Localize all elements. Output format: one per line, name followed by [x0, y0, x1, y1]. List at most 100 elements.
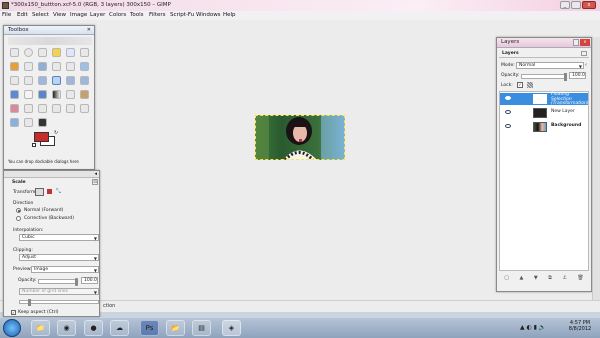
chrome-taskbar-icon[interactable]: ◉ [57, 320, 76, 336]
minimize-button[interactable]: _ [560, 1, 570, 9]
lock-alpha-icon[interactable] [527, 82, 533, 88]
mode-select[interactable]: Normal ▼ [516, 62, 584, 69]
menu-select[interactable]: Select [32, 12, 49, 18]
menu-file[interactable]: File [2, 12, 11, 18]
clone-icon[interactable] [52, 104, 61, 113]
heal-icon[interactable] [66, 104, 75, 113]
align-icon[interactable] [10, 76, 19, 85]
layer-opacity-handle[interactable] [564, 73, 567, 81]
opacity-slider-handle[interactable] [75, 278, 78, 286]
visibility-eye-icon[interactable] [505, 124, 511, 128]
zoom-icon[interactable] [52, 62, 61, 71]
direction-normal-radio[interactable] [16, 208, 21, 213]
start-button[interactable] [3, 319, 21, 337]
lock-pixels-checkbox[interactable]: ✓ [517, 82, 523, 88]
wilber-drop-area[interactable] [8, 37, 92, 45]
blend-icon[interactable] [52, 90, 61, 99]
layer-row-new-layer[interactable]: New Layer [500, 107, 588, 119]
layer-row-floating-selection[interactable]: Floating Selection (Transformation) [500, 92, 589, 106]
layer-opacity-field[interactable]: 100.0 [569, 72, 586, 79]
weather-taskbar-icon[interactable]: ☁ [110, 320, 129, 336]
menu-image[interactable]: Image [70, 12, 87, 18]
bucket-fill-icon[interactable] [38, 90, 47, 99]
notes-taskbar-icon[interactable]: ▤ [192, 320, 211, 336]
airbrush-icon[interactable] [24, 104, 33, 113]
menu-colors[interactable]: Colors [109, 12, 126, 18]
scale-icon[interactable] [52, 76, 61, 85]
text-icon[interactable] [24, 90, 33, 99]
canvas-image[interactable] [255, 115, 345, 160]
menu-view[interactable]: View [53, 12, 66, 18]
eraser-icon[interactable] [10, 104, 19, 113]
paths-icon[interactable] [24, 62, 33, 71]
move-icon[interactable] [80, 62, 89, 71]
folder-taskbar-icon[interactable]: 📂 [166, 320, 185, 336]
delete-layer-icon[interactable]: 🗑 [577, 275, 583, 281]
menu-filters[interactable]: Filters [149, 12, 166, 18]
opacity-field[interactable]: 100.0 [81, 277, 98, 284]
grid-lines-slider-handle[interactable] [28, 299, 31, 306]
rect-select-icon[interactable] [10, 48, 19, 57]
layers-maximize-button[interactable] [573, 39, 579, 46]
gimp-taskbar-icon[interactable]: ◈ [222, 320, 241, 336]
explorer-taskbar-icon[interactable]: 📁 [31, 320, 50, 336]
color-picker-icon[interactable] [38, 62, 47, 71]
visibility-eye-icon[interactable] [505, 96, 511, 100]
menu-script-fu[interactable]: Script-Fu [170, 12, 194, 18]
media-taskbar-icon[interactable]: ● [84, 320, 103, 336]
clock[interactable]: 4:57 PM 8/8/2012 [566, 320, 594, 332]
ellipse-select-icon[interactable] [24, 48, 33, 57]
ink-icon[interactable] [38, 104, 47, 113]
tool-options-menu-icon[interactable]: ◂ [94, 171, 97, 177]
panel-menu-icon[interactable] [581, 51, 587, 56]
tool-options-restore-icon[interactable]: ⊡ [92, 179, 98, 185]
toolbox-close-icon[interactable]: ✕ [87, 27, 91, 33]
layers-tab[interactable]: Layers [499, 51, 589, 58]
menu-edit[interactable]: Edit [17, 12, 28, 18]
default-colors-icon[interactable] [32, 143, 36, 147]
new-layer-icon[interactable]: ▢ [504, 275, 509, 281]
shear-icon[interactable] [66, 76, 75, 85]
menu-tools[interactable]: Tools [130, 12, 144, 18]
grid-lines-select[interactable]: Number of grid lines ▼ [19, 288, 99, 295]
tray-icons[interactable]: ▲ ◐ ▮ 🔊 [520, 324, 546, 331]
paintbrush-icon[interactable] [80, 90, 89, 99]
select-by-color-icon[interactable] [66, 48, 75, 57]
maximize-button[interactable] [571, 1, 581, 9]
flip-icon[interactable] [10, 90, 19, 99]
menu-windows[interactable]: Windows [196, 12, 221, 18]
blur-icon[interactable] [10, 118, 19, 127]
raise-layer-icon[interactable]: ▲ [520, 275, 524, 281]
interpolation-select[interactable]: Cubic ▼ [19, 234, 99, 241]
scissors-select-icon[interactable] [80, 48, 89, 57]
transform-path-icon[interactable]: ⤡ [56, 188, 61, 196]
close-button[interactable]: x [582, 1, 596, 9]
swap-colors-icon[interactable]: ↻ [54, 130, 58, 136]
transform-layer-icon[interactable] [35, 188, 44, 196]
fuzzy-select-icon[interactable] [52, 48, 61, 57]
dodge-burn-icon[interactable] [38, 118, 47, 127]
duplicate-layer-icon[interactable]: ⧉ [548, 275, 552, 281]
vertical-scrollbar[interactable] [592, 37, 600, 300]
measure-icon[interactable] [66, 62, 75, 71]
mode-reset-icon[interactable]: ‹ [585, 62, 587, 68]
photoshop-taskbar-icon[interactable]: Ps [140, 320, 159, 336]
menu-help[interactable]: Help [223, 12, 236, 18]
free-select-icon[interactable] [38, 48, 47, 57]
opacity-slider[interactable] [38, 278, 78, 286]
anchor-layer-icon[interactable]: ⚓ [562, 275, 566, 281]
foreground-select-icon[interactable] [10, 62, 19, 71]
crop-icon[interactable] [24, 76, 33, 85]
layer-row-background[interactable]: Background [500, 121, 588, 133]
perspective-clone-icon[interactable] [80, 104, 89, 113]
lower-layer-icon[interactable]: ▼ [534, 275, 538, 281]
rotate-icon[interactable] [38, 76, 47, 85]
direction-corrective-radio[interactable] [16, 216, 21, 221]
perspective-icon[interactable] [80, 76, 89, 85]
foreground-color-swatch[interactable] [34, 132, 49, 142]
keep-aspect-checkbox[interactable]: ✓ [11, 310, 16, 315]
menu-layer[interactable]: Layer [90, 12, 105, 18]
smudge-icon[interactable] [24, 118, 33, 127]
preview-select[interactable]: Image ▼ [31, 266, 99, 273]
layers-close-button[interactable]: ✕ [580, 39, 590, 46]
